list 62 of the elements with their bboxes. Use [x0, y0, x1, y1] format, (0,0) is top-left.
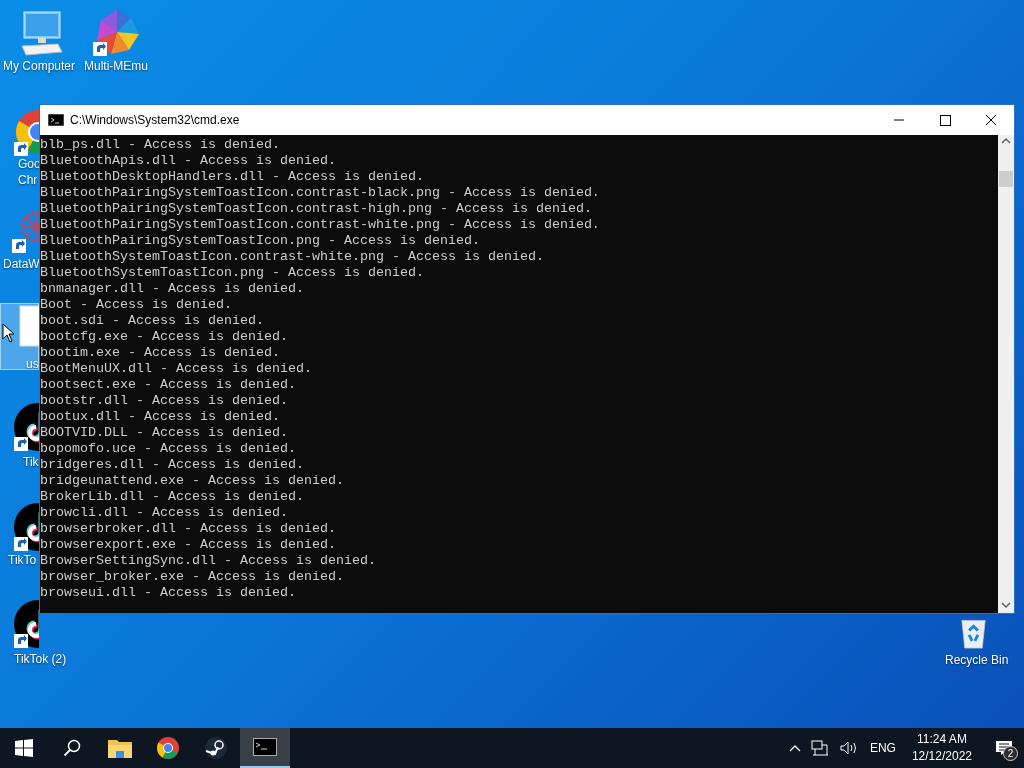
close-icon[interactable] [983, 112, 999, 128]
icon-label[interactable]: TikTo [8, 552, 37, 568]
pinwheel-icon[interactable] [93, 8, 141, 56]
console-line: browserbroker.dll - Access is denied. [40, 521, 337, 537]
console-line: BrokerLib.dll - Access is denied. [40, 489, 305, 505]
icon-label[interactable]: DataW [3, 256, 40, 272]
console-line: bootim.exe - Access is denied. [40, 345, 281, 361]
maximize-icon[interactable] [937, 112, 953, 128]
icon-label[interactable]: Goo [18, 156, 41, 172]
console-line: bnmanager.dll - Access is denied. [40, 281, 305, 297]
console-line: blb_ps.dll - Access is denied. [40, 137, 281, 153]
icon-label[interactable]: TikTok (2) [14, 651, 67, 667]
console-icon [48, 114, 64, 126]
console-line: bootux.dll - Access is denied. [40, 409, 281, 425]
console-line: boot.sdi - Access is denied. [40, 313, 265, 329]
scroll-down-icon [1001, 601, 1011, 609]
console-line: browcli.dll - Access is denied. [40, 505, 289, 521]
console-line: BluetoothSystemToastIcon.contrast-white.png - Access is denied. [40, 249, 545, 265]
console-line: BluetoothPairingSystemToastIcon.contrast-black.png - Access is denied. [40, 185, 601, 201]
chrome-icon[interactable] [156, 736, 180, 760]
console-line: bootsect.exe - Access is denied. [40, 377, 297, 393]
scroll-thumb[interactable] [999, 171, 1013, 187]
console-line: BootMenuUX.dll - Access is denied. [40, 361, 313, 377]
console-line: BluetoothPairingSystemToastIcon.png - Access is denied. [40, 233, 481, 249]
icon-label[interactable]: Chr [18, 172, 38, 188]
console-line: BrowserSettingSync.dll - Access is denied. [40, 553, 377, 569]
console-line: bootcfg.exe - Access is denied. [40, 329, 289, 345]
taskbar-button[interactable] [240, 728, 290, 768]
console-line: BluetoothDesktopHandlers.dll - Access is denied. [40, 169, 425, 185]
console-line: BluetoothSystemToastIcon.png - Access is denied. [40, 265, 425, 281]
console-line: bridgeres.dll - Access is denied. [40, 457, 305, 473]
icon-label[interactable]: Tik [23, 454, 39, 470]
console-line: browser_broker.exe - Access is denied. [40, 569, 345, 585]
console-line: BluetoothPairingSystemToastIcon.contrast-white.png - Access is denied. [40, 217, 601, 233]
mouse-cursor-icon [2, 323, 14, 343]
steam-icon[interactable] [204, 736, 228, 760]
console-line: bridgeunattend.exe - Access is denied. [40, 473, 345, 489]
console-icon[interactable] [253, 738, 277, 756]
console-line: BluetoothPairingSystemToastIcon.contrast-high.png - Access is denied. [40, 201, 593, 217]
console-line: BluetoothApis.dll - Access is denied. [40, 153, 337, 169]
console-line: bopomofo.uce - Access is denied. [40, 441, 297, 457]
notification-badge: 2 [1003, 746, 1018, 761]
icon-label[interactable]: My Computer [3, 58, 76, 74]
console-line: browserexport.exe - Access is denied. [40, 537, 337, 553]
folder-icon[interactable] [108, 738, 132, 758]
speaker-icon[interactable] [838, 740, 859, 756]
clock-time[interactable]: 11:24 AM [917, 731, 967, 748]
console-line: bootstr.dll - Access is denied. [40, 393, 289, 409]
language-indicator[interactable]: ENG [869, 741, 896, 755]
windows-logo-icon[interactable] [15, 739, 33, 757]
icon-label[interactable]: Recycle Bin [945, 652, 1009, 668]
icon-label[interactable]: Multi-MEmu [84, 58, 148, 74]
console-line: BOOTVID.DLL - Access is denied. [40, 425, 289, 441]
console-line: Boot - Access is denied. [40, 297, 233, 313]
icon-label[interactable]: us [26, 356, 39, 372]
console-line: browseui.dll - Access is denied. [40, 585, 297, 601]
scrollbar[interactable] [998, 135, 1014, 613]
scroll-up-icon [1001, 137, 1011, 145]
search-icon[interactable] [63, 739, 81, 757]
clock-date[interactable]: 12/12/2022 [911, 748, 972, 765]
window-title: C:\Windows\System32\cmd.exe [70, 113, 241, 127]
chevron-up-icon[interactable] [788, 744, 801, 752]
